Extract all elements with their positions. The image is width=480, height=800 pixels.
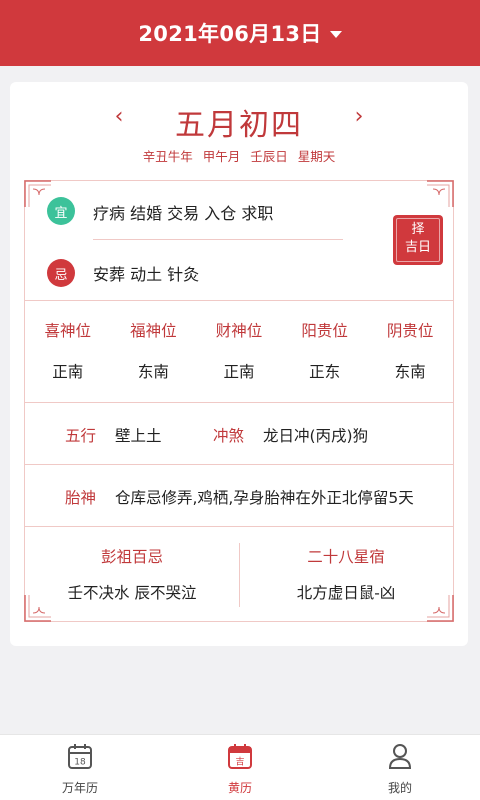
user-icon	[385, 741, 415, 771]
tab-label: 万年历	[61, 781, 98, 795]
god-name: 财神位	[215, 322, 263, 340]
god-name: 福神位	[130, 322, 177, 340]
almanac-icon-char: 吉	[235, 757, 244, 768]
god-direction: 正南	[52, 363, 84, 381]
button-inner-border	[396, 218, 440, 262]
god-name: 阴贵位	[386, 322, 434, 340]
wuxing-value: 壁上土	[115, 427, 162, 445]
wuxing-row: 五行 壁上土 冲煞 龙日冲(丙戌)狗	[25, 403, 453, 465]
xingxiu-title: 二十八星宿	[307, 548, 385, 566]
ji-badge: 忌	[47, 259, 75, 287]
ganzhi-day: 壬辰日	[250, 149, 288, 164]
tab-label: 黄历	[227, 781, 252, 795]
pengzu-column: 彭祖百忌 壬不决水 辰不哭泣	[25, 527, 239, 623]
calendar-icon-number: 18	[74, 758, 86, 768]
ganzhi-month: 甲午月	[202, 149, 241, 164]
god-name: 阳贵位	[301, 322, 348, 340]
top-bar: 2021年06月13日	[0, 0, 480, 66]
divider	[93, 239, 343, 240]
god-direction: 正南	[223, 363, 255, 381]
date-picker[interactable]: 2021年06月13日	[138, 18, 321, 48]
ganzhi-year: 辛丑牛年	[142, 149, 193, 164]
caret-down-icon[interactable]	[329, 30, 342, 38]
bottom-tab-bar: 18 万年历 吉 黄历 我的	[0, 734, 480, 800]
wuxing-label: 五行	[65, 427, 97, 445]
chongsha-label: 冲煞	[213, 427, 245, 445]
pengzu-title: 彭祖百忌	[100, 548, 163, 566]
lunar-date-title: 五月初四	[175, 108, 303, 143]
tab-almanac[interactable]: 吉 黄历	[160, 735, 320, 800]
ji-activities: 安葬 动土 针灸	[93, 265, 200, 284]
almanac-card: ‹ 五月初四 › 辛丑牛年 甲午月 壬辰日 星期天 宜 疗病 结婚 交易 入仓 …	[10, 82, 468, 646]
taishen-row: 胎神 仓库忌修弄,鸡栖,孕身胎神在外正北停留5天	[25, 465, 453, 527]
yi-badge: 宜	[47, 197, 75, 225]
chongsha-value: 龙日冲(丙戌)狗	[263, 427, 369, 445]
god-item: 财神位 正南	[196, 301, 282, 402]
god-direction: 东南	[137, 363, 169, 381]
taishen-label: 胎神	[65, 489, 97, 507]
tab-calendar[interactable]: 18 万年历	[0, 735, 160, 800]
pengzu-xingxiu-section: 彭祖百忌 壬不决水 辰不哭泣 二十八星宿 北方虚日鼠-凶	[25, 527, 453, 623]
ganzhi-line: 辛丑牛年 甲午月 壬辰日 星期天	[10, 146, 468, 165]
pengzu-value: 壬不决水 辰不哭泣	[67, 584, 197, 602]
choose-auspicious-day-button[interactable]: 择 吉日	[393, 215, 443, 265]
god-item: 阳贵位 正东	[282, 301, 368, 402]
tab-mine[interactable]: 我的	[320, 735, 480, 800]
god-direction: 正东	[309, 363, 341, 381]
almanac-frame: 宜 疗病 结婚 交易 入仓 求职 忌 安葬 动土 针灸 择 吉日 喜神位 正南 …	[24, 180, 454, 622]
weekday: 星期天	[297, 149, 336, 164]
next-day-button[interactable]: ›	[344, 104, 374, 129]
god-item: 喜神位 正南	[25, 301, 111, 402]
xingxiu-column: 二十八星宿 北方虚日鼠-凶	[239, 527, 453, 623]
almanac-icon: 吉	[225, 741, 255, 771]
lunar-date-row: ‹ 五月初四 ›	[10, 100, 468, 143]
yi-ji-section: 宜 疗病 结婚 交易 入仓 求职 忌 安葬 动土 针灸 择 吉日	[25, 181, 453, 301]
god-name: 喜神位	[44, 322, 92, 340]
calendar-18-icon: 18	[65, 741, 95, 771]
gods-directions: 喜神位 正南 福神位 东南 财神位 正南 阳贵位 正东 阴贵位 东南	[25, 301, 453, 403]
xingxiu-value: 北方虚日鼠-凶	[296, 584, 396, 602]
yi-activities: 疗病 结婚 交易 入仓 求职	[93, 204, 274, 223]
taishen-value: 仓库忌修弄,鸡栖,孕身胎神在外正北停留5天	[115, 489, 414, 507]
god-direction: 东南	[394, 363, 426, 381]
god-item: 福神位 东南	[111, 301, 197, 402]
god-item: 阴贵位 东南	[367, 301, 453, 402]
tab-label: 我的	[387, 781, 412, 795]
